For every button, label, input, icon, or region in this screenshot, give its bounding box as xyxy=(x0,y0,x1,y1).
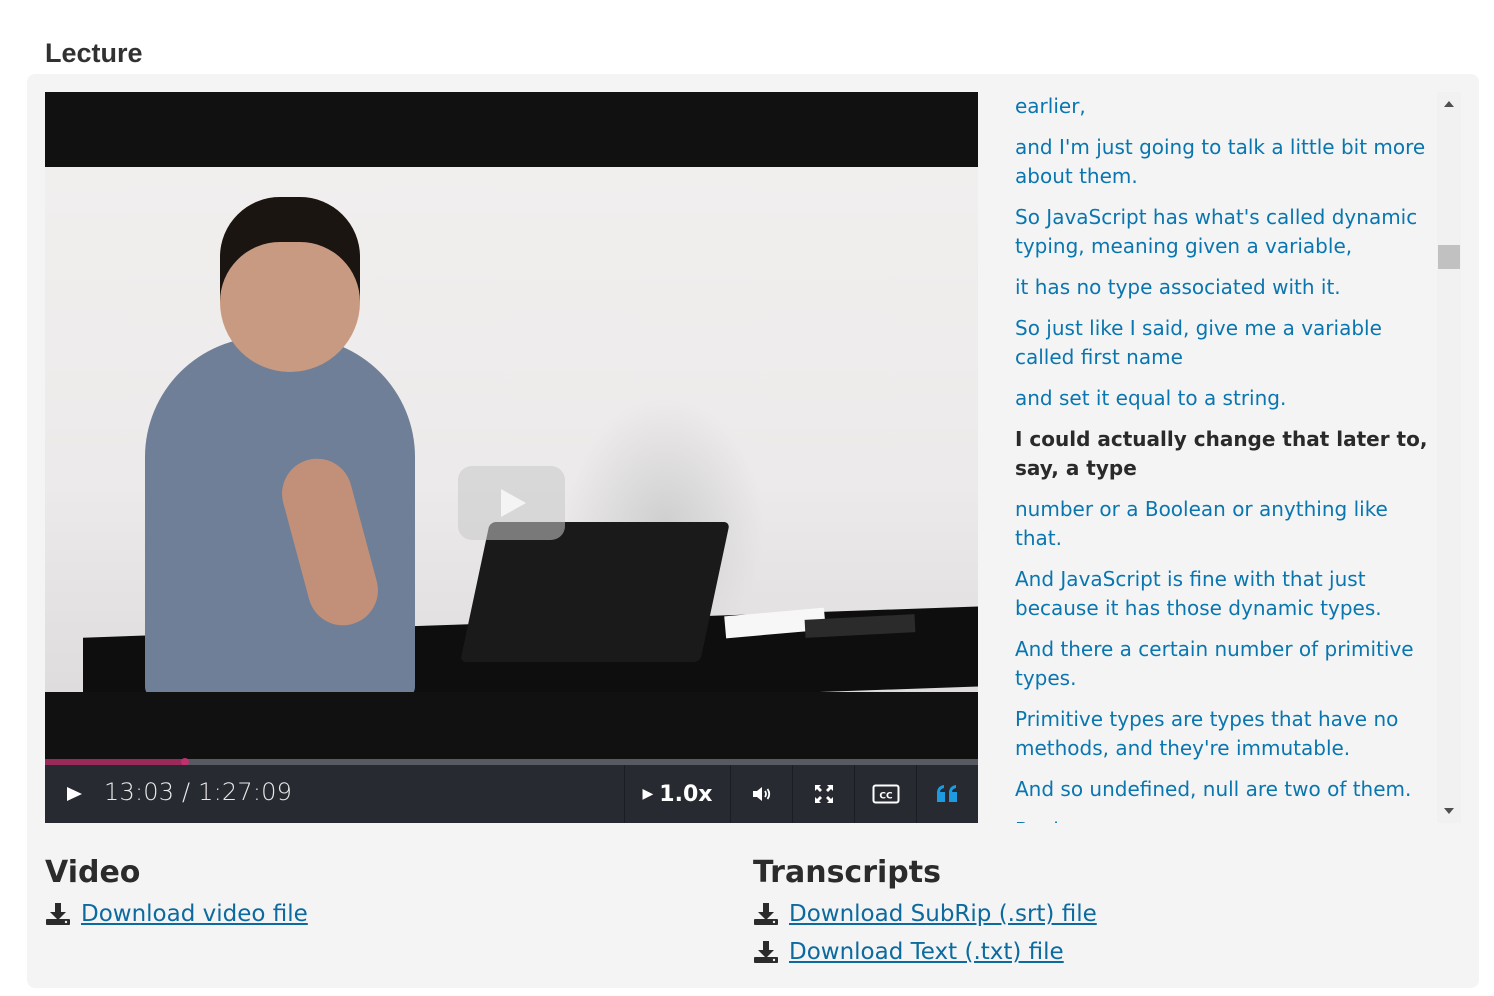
fullscreen-button[interactable] xyxy=(792,765,854,823)
duration: 1:27:09 xyxy=(198,778,293,806)
transcript-line[interactable]: and set it equal to a string. xyxy=(1015,384,1437,413)
play-icon xyxy=(67,787,82,801)
speed-label: 1.0x xyxy=(659,781,713,807)
time-display: 13:03 / 1:27:09 xyxy=(104,778,292,806)
video-scene-laptop xyxy=(460,522,730,662)
download-icon xyxy=(753,940,779,964)
volume-icon xyxy=(752,787,770,801)
video-downloads: Video Download video file xyxy=(45,857,308,933)
transcript-downloads: Transcripts Download SubRip (.srt) file xyxy=(753,857,1097,971)
video-heading: Video xyxy=(45,855,141,890)
transcript-line[interactable]: And there a certain number of primitive … xyxy=(1015,635,1437,693)
scroll-down-button[interactable] xyxy=(1437,799,1461,823)
time-separator: / xyxy=(174,778,199,806)
video-frame[interactable] xyxy=(45,167,978,692)
control-bar: 13:03 / 1:27:09 ▶ 1.0x CC xyxy=(45,765,978,823)
download-icon xyxy=(45,902,71,926)
video-scene-presenter-body xyxy=(145,337,415,692)
svg-text:CC: CC xyxy=(879,792,893,802)
transcript-line[interactable]: and I'm just going to talk a little bit … xyxy=(1015,133,1437,191)
control-buttons: ▶ 1.0x CC xyxy=(624,765,978,823)
download-srt-label: Download SubRip (.srt) file xyxy=(789,901,1097,927)
download-icon xyxy=(753,902,779,926)
transcript-line-current[interactable]: I could actually change that later to, s… xyxy=(1015,425,1437,483)
section-title: Lecture xyxy=(45,38,143,68)
lecture-panel: 13:03 / 1:27:09 ▶ 1.0x CC earlier, and I… xyxy=(27,74,1479,988)
speed-button[interactable]: ▶ 1.0x xyxy=(624,765,730,823)
fullscreen-icon xyxy=(814,785,833,803)
transcript-line[interactable]: And so undefined, null are two of them. xyxy=(1015,775,1437,804)
quote-icon xyxy=(936,785,957,802)
big-play-button[interactable] xyxy=(458,466,565,540)
download-srt-link[interactable]: Download SubRip (.srt) file xyxy=(753,895,1097,933)
download-video-link[interactable]: Download video file xyxy=(45,895,308,933)
caret-right-icon: ▶ xyxy=(642,786,654,802)
video-scene-presenter-head xyxy=(220,197,360,372)
scroll-up-button[interactable] xyxy=(1437,92,1461,116)
transcript-line[interactable]: earlier, xyxy=(1015,92,1437,121)
current-time: 13:03 xyxy=(104,778,175,806)
caret-down-icon xyxy=(1444,808,1454,814)
play-icon xyxy=(500,489,526,517)
transcript-line[interactable]: number or a Boolean or anything like tha… xyxy=(1015,495,1437,553)
transcripts-heading: Transcripts xyxy=(753,855,941,890)
transcript-toggle-button[interactable] xyxy=(916,765,978,823)
play-button[interactable] xyxy=(59,779,89,809)
download-txt-label: Download Text (.txt) file xyxy=(789,939,1064,965)
transcript-line[interactable]: Boolean. xyxy=(1015,816,1437,823)
transcript-line[interactable]: So just like I said, give me a variable … xyxy=(1015,314,1437,372)
transcript-line[interactable]: So JavaScript has what's called dynamic … xyxy=(1015,203,1437,261)
download-video-label: Download video file xyxy=(81,901,308,927)
scroll-thumb[interactable] xyxy=(1438,245,1460,269)
transcript-line[interactable]: And JavaScript is fine with that just be… xyxy=(1015,565,1437,623)
caret-up-icon xyxy=(1444,101,1454,107)
volume-button[interactable] xyxy=(730,765,792,823)
transcript-scrollbar[interactable] xyxy=(1437,92,1461,823)
captions-button[interactable]: CC xyxy=(854,765,916,823)
transcript-line[interactable]: Primitive types are types that have no m… xyxy=(1015,705,1437,763)
closed-captions-icon: CC xyxy=(872,784,899,804)
transcript-line[interactable]: it has no type associated with it. xyxy=(1015,273,1437,302)
transcript-list[interactable]: earlier, and I'm just going to talk a lit… xyxy=(1012,92,1437,823)
video-player[interactable]: 13:03 / 1:27:09 ▶ 1.0x CC xyxy=(45,92,978,823)
download-txt-link[interactable]: Download Text (.txt) file xyxy=(753,933,1097,971)
